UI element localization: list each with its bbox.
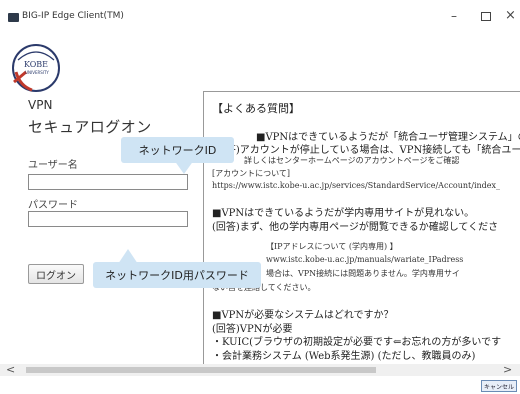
faq-line: ■VPNはできているようだが学内専用サイトが見れない。	[212, 208, 475, 219]
faq-line: 【IPアドレスについて (学内専用) 】	[266, 242, 398, 251]
secure-logon-heading: セキュアログオン	[28, 118, 152, 136]
username-label: ユーザー名	[28, 160, 78, 171]
faq-line: ・KUIC(ブラウザの初期設定が必要です⇐お忘れの方が多いです	[212, 337, 502, 348]
logo-text: KOBE	[24, 60, 48, 69]
faq-line: 【よくある質問】	[212, 102, 300, 115]
faq-line: (回答)アカウントが停止している場合は、VPN接続しても「統合ユー	[212, 145, 520, 156]
faq-panel[interactable]: 【よくある質問】 ■VPNはできているようだが「統合ユーザ管理システム」のき (…	[203, 91, 520, 375]
vpn-label: VPN	[28, 98, 53, 112]
close-button[interactable]: ×	[505, 8, 516, 23]
scrollbar-thumb[interactable]	[26, 367, 376, 373]
maximize-button[interactable]	[481, 12, 491, 21]
window-title: BIG-IP Edge Client(TM)	[22, 11, 124, 21]
faq-line: ■VPNが必要なシステムはどれですか？	[212, 310, 394, 321]
username-input[interactable]	[28, 174, 188, 190]
password-label: パスワード	[28, 200, 78, 211]
faq-line: [アカウントについて]	[212, 169, 291, 178]
cancel-button[interactable]: キャンセル	[481, 380, 517, 392]
scroll-left-icon[interactable]: <	[6, 363, 15, 376]
password-input[interactable]	[28, 211, 188, 227]
horizontal-scrollbar[interactable]: < >	[0, 363, 520, 376]
app-icon	[8, 13, 19, 22]
kobe-university-logo: KOBE UNIVERSITY	[12, 44, 60, 92]
network-id-callout: ネットワークID	[121, 137, 234, 163]
minimize-button[interactable]: –	[451, 9, 457, 23]
logon-button[interactable]: ログオン	[28, 264, 84, 284]
network-id-password-callout: ネットワークID用パスワード	[93, 262, 261, 288]
scroll-right-icon[interactable]: >	[503, 363, 512, 376]
faq-link[interactable]: https://www.istc.kobe-u.ac.jp/services/S…	[212, 181, 500, 190]
faq-line: (回答)まず、他の学内専用ページが閲覧できるか確認してくださ	[212, 222, 499, 233]
faq-line: ・会計業務システム (Web系発生源) (ただし、教職員のみ)	[212, 351, 476, 362]
logo-subtext: UNIVERSITY	[25, 70, 49, 75]
faq-line: 場合は、VPN接続には問題ありません。学内専用サイ	[266, 269, 460, 278]
faq-line: 詳しくはセンターホームページのアカウントページをご確認	[244, 156, 460, 165]
title-bar: BIG-IP Edge Client(TM) – ×	[0, 0, 520, 36]
faq-link[interactable]: www.istc.kobe-u.ac.jp/manuals/wariate_IP…	[266, 255, 463, 264]
